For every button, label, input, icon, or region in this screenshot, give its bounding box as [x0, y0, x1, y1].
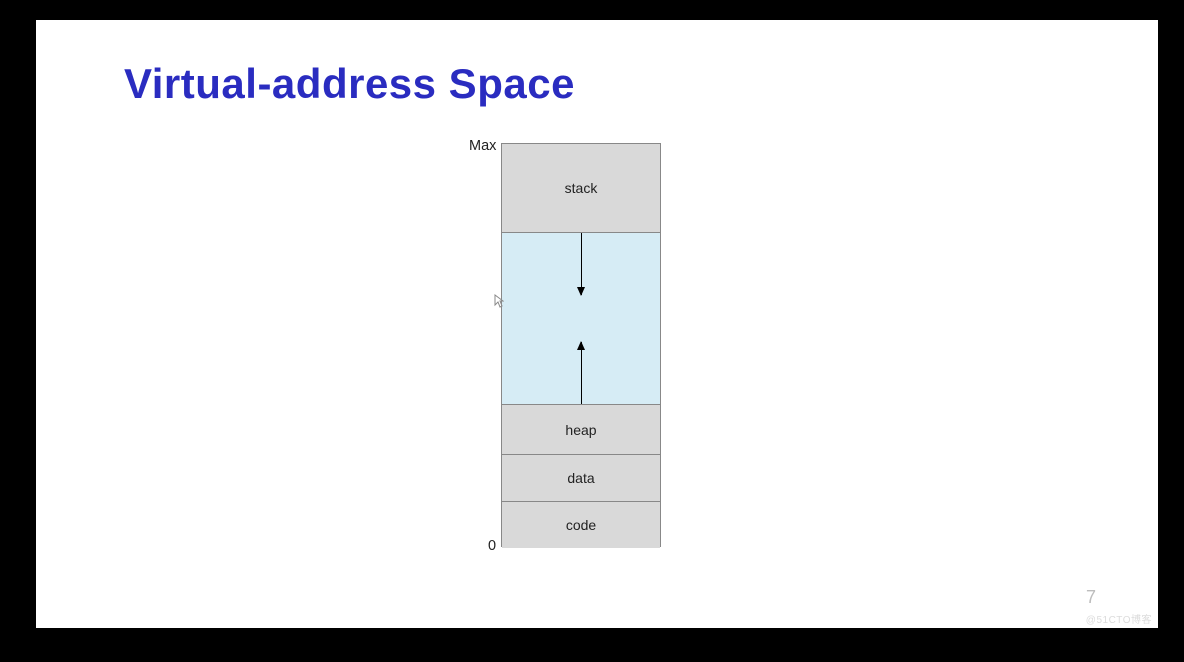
segment-heap-label: heap — [565, 422, 596, 438]
watermark: @51CTO博客 — [1086, 611, 1152, 626]
segment-code: code — [502, 501, 660, 548]
segment-stack: stack — [502, 144, 660, 232]
heap-growth-arrow — [581, 342, 582, 404]
segment-data: data — [502, 454, 660, 501]
axis-max-label: Max — [469, 138, 496, 154]
memory-diagram: stack heap data code — [501, 143, 661, 547]
slide-title: Virtual-address Space — [124, 60, 575, 108]
segment-heap: heap — [502, 404, 660, 454]
segment-code-label: code — [566, 517, 596, 533]
slide: Virtual-address Space Max 0 stack heap d… — [36, 20, 1158, 628]
segment-stack-label: stack — [565, 180, 598, 196]
axis-zero-label: 0 — [488, 538, 496, 554]
page-number: 7 — [1086, 587, 1096, 608]
stack-growth-arrow — [581, 233, 582, 295]
segment-free — [502, 232, 660, 404]
segment-data-label: data — [567, 470, 594, 486]
